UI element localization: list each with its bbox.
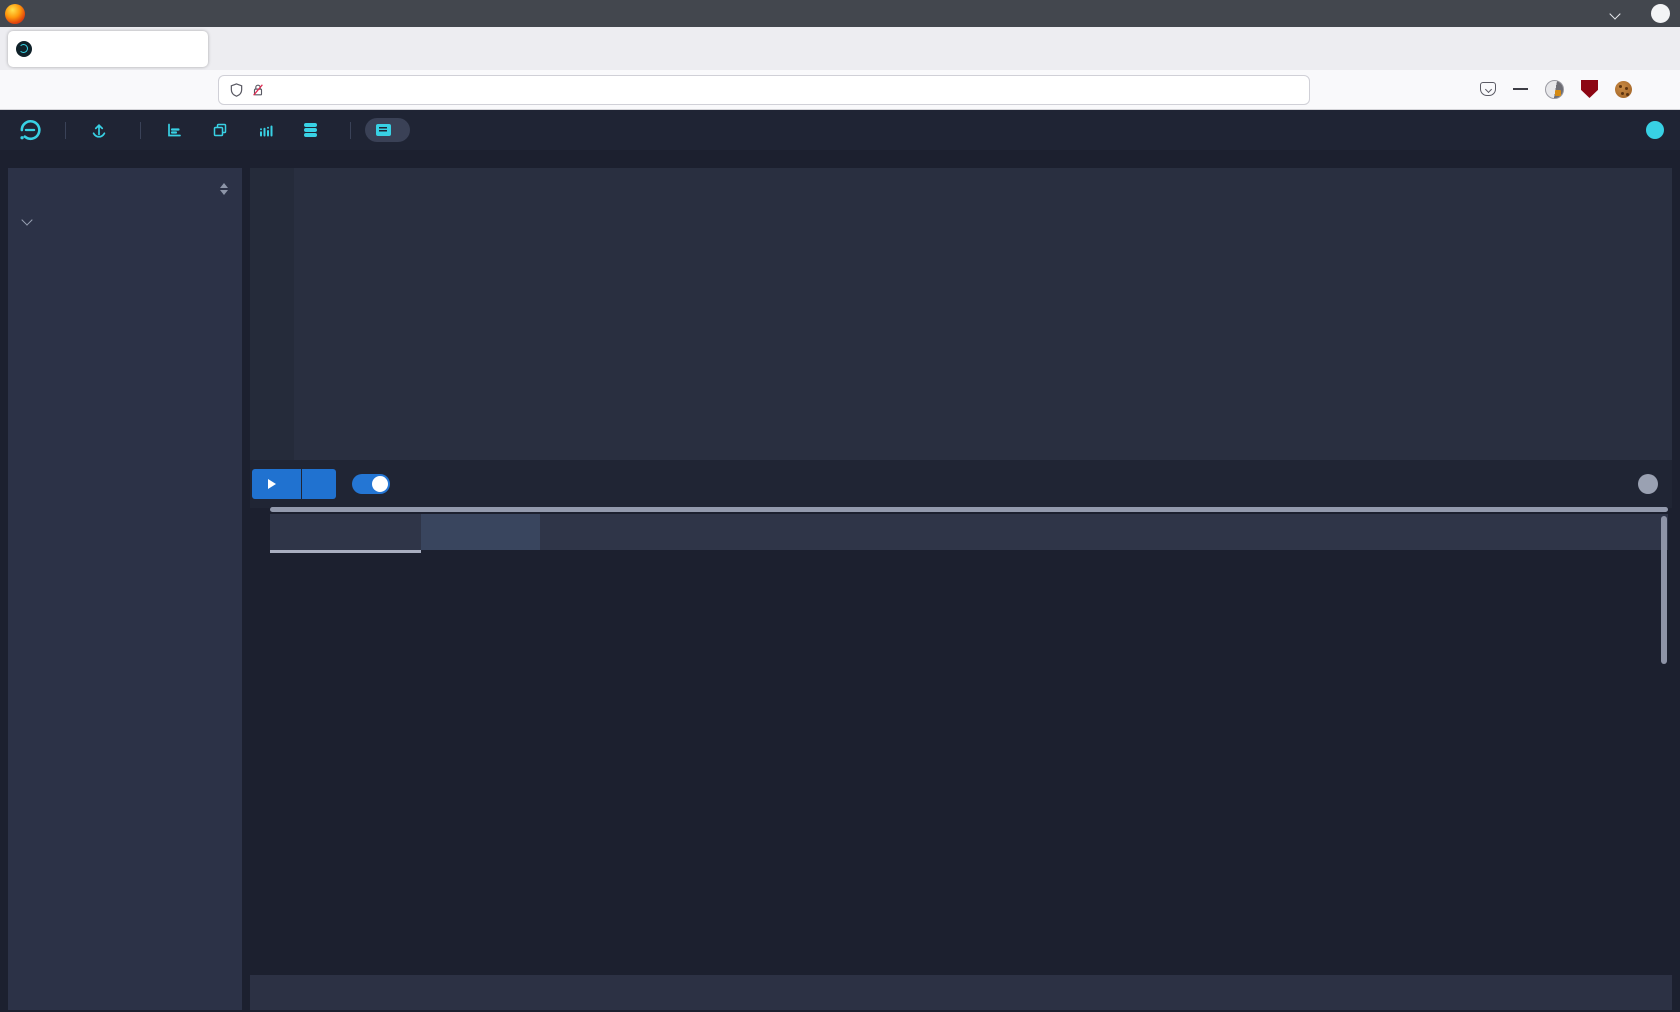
horizontal-scrollbar[interactable] [270, 507, 1668, 512]
editor-gutter [250, 168, 294, 460]
download-results-icon[interactable] [1638, 474, 1658, 494]
nav-item-services[interactable] [293, 117, 336, 143]
address-bar[interactable] [218, 75, 1310, 105]
ublock-icon[interactable] [1581, 80, 1598, 98]
results-table [270, 514, 1668, 975]
cookie-extension-icon[interactable] [1615, 81, 1632, 98]
header-filler [540, 514, 1668, 550]
chevron-down-icon[interactable] [21, 214, 32, 225]
tab-strip [0, 27, 1680, 70]
play-icon [268, 479, 276, 489]
extension-icon[interactable] [1545, 80, 1564, 99]
nav-divider [350, 122, 351, 139]
query-icon [376, 124, 391, 136]
window-minimize-icon[interactable] [1609, 8, 1620, 19]
downloads-icon[interactable] [1513, 88, 1528, 90]
nav-divider [140, 122, 141, 139]
nav-item-segments[interactable] [247, 116, 293, 144]
run-button[interactable] [252, 469, 301, 499]
help-icon[interactable] [1646, 121, 1664, 139]
column-header-year[interactable] [270, 514, 421, 550]
druid-logo[interactable] [16, 116, 51, 144]
druid-navbar [0, 110, 1680, 150]
firefox-logo-icon [5, 4, 25, 24]
tracking-shield-icon[interactable] [229, 82, 244, 98]
browser-toolbar [0, 70, 1680, 110]
schema-sidebar [8, 168, 242, 1010]
auto-limit-toggle[interactable] [352, 474, 390, 494]
vertical-scrollbar[interactable] [1661, 516, 1667, 664]
firefox-window [0, 0, 1680, 1012]
nav-item-query[interactable] [365, 118, 410, 142]
services-icon [304, 123, 317, 137]
ingestion-icon [166, 122, 182, 138]
column-header-earthquakes[interactable] [421, 514, 540, 550]
sort-indicator [270, 550, 1668, 553]
druid-logo-icon [16, 116, 44, 144]
load-data-icon [91, 122, 107, 138]
sort-columns-icon[interactable] [220, 183, 228, 195]
segments-icon [258, 122, 274, 138]
query-toolbar [250, 460, 1672, 508]
sidebar-table-earthquakes[interactable] [8, 206, 242, 236]
insecure-lock-icon[interactable] [251, 82, 265, 98]
sql-editor[interactable] [250, 168, 1672, 460]
run-more-button[interactable] [302, 469, 336, 499]
pocket-icon[interactable] [1480, 82, 1496, 96]
nav-item-load-data[interactable] [80, 116, 126, 144]
query-view [0, 150, 1680, 1012]
nav-item-datasources[interactable] [201, 116, 247, 144]
nav-divider [65, 122, 66, 139]
table-header-row [270, 514, 1668, 550]
nav-item-ingestion[interactable] [155, 116, 201, 144]
window-close-icon[interactable] [1651, 4, 1670, 23]
druid-favicon [16, 41, 32, 57]
pagination-bar [250, 975, 1672, 1010]
datasources-icon [212, 122, 228, 138]
window-titlebar [0, 0, 1680, 27]
tab-apache-druid[interactable] [8, 31, 208, 67]
